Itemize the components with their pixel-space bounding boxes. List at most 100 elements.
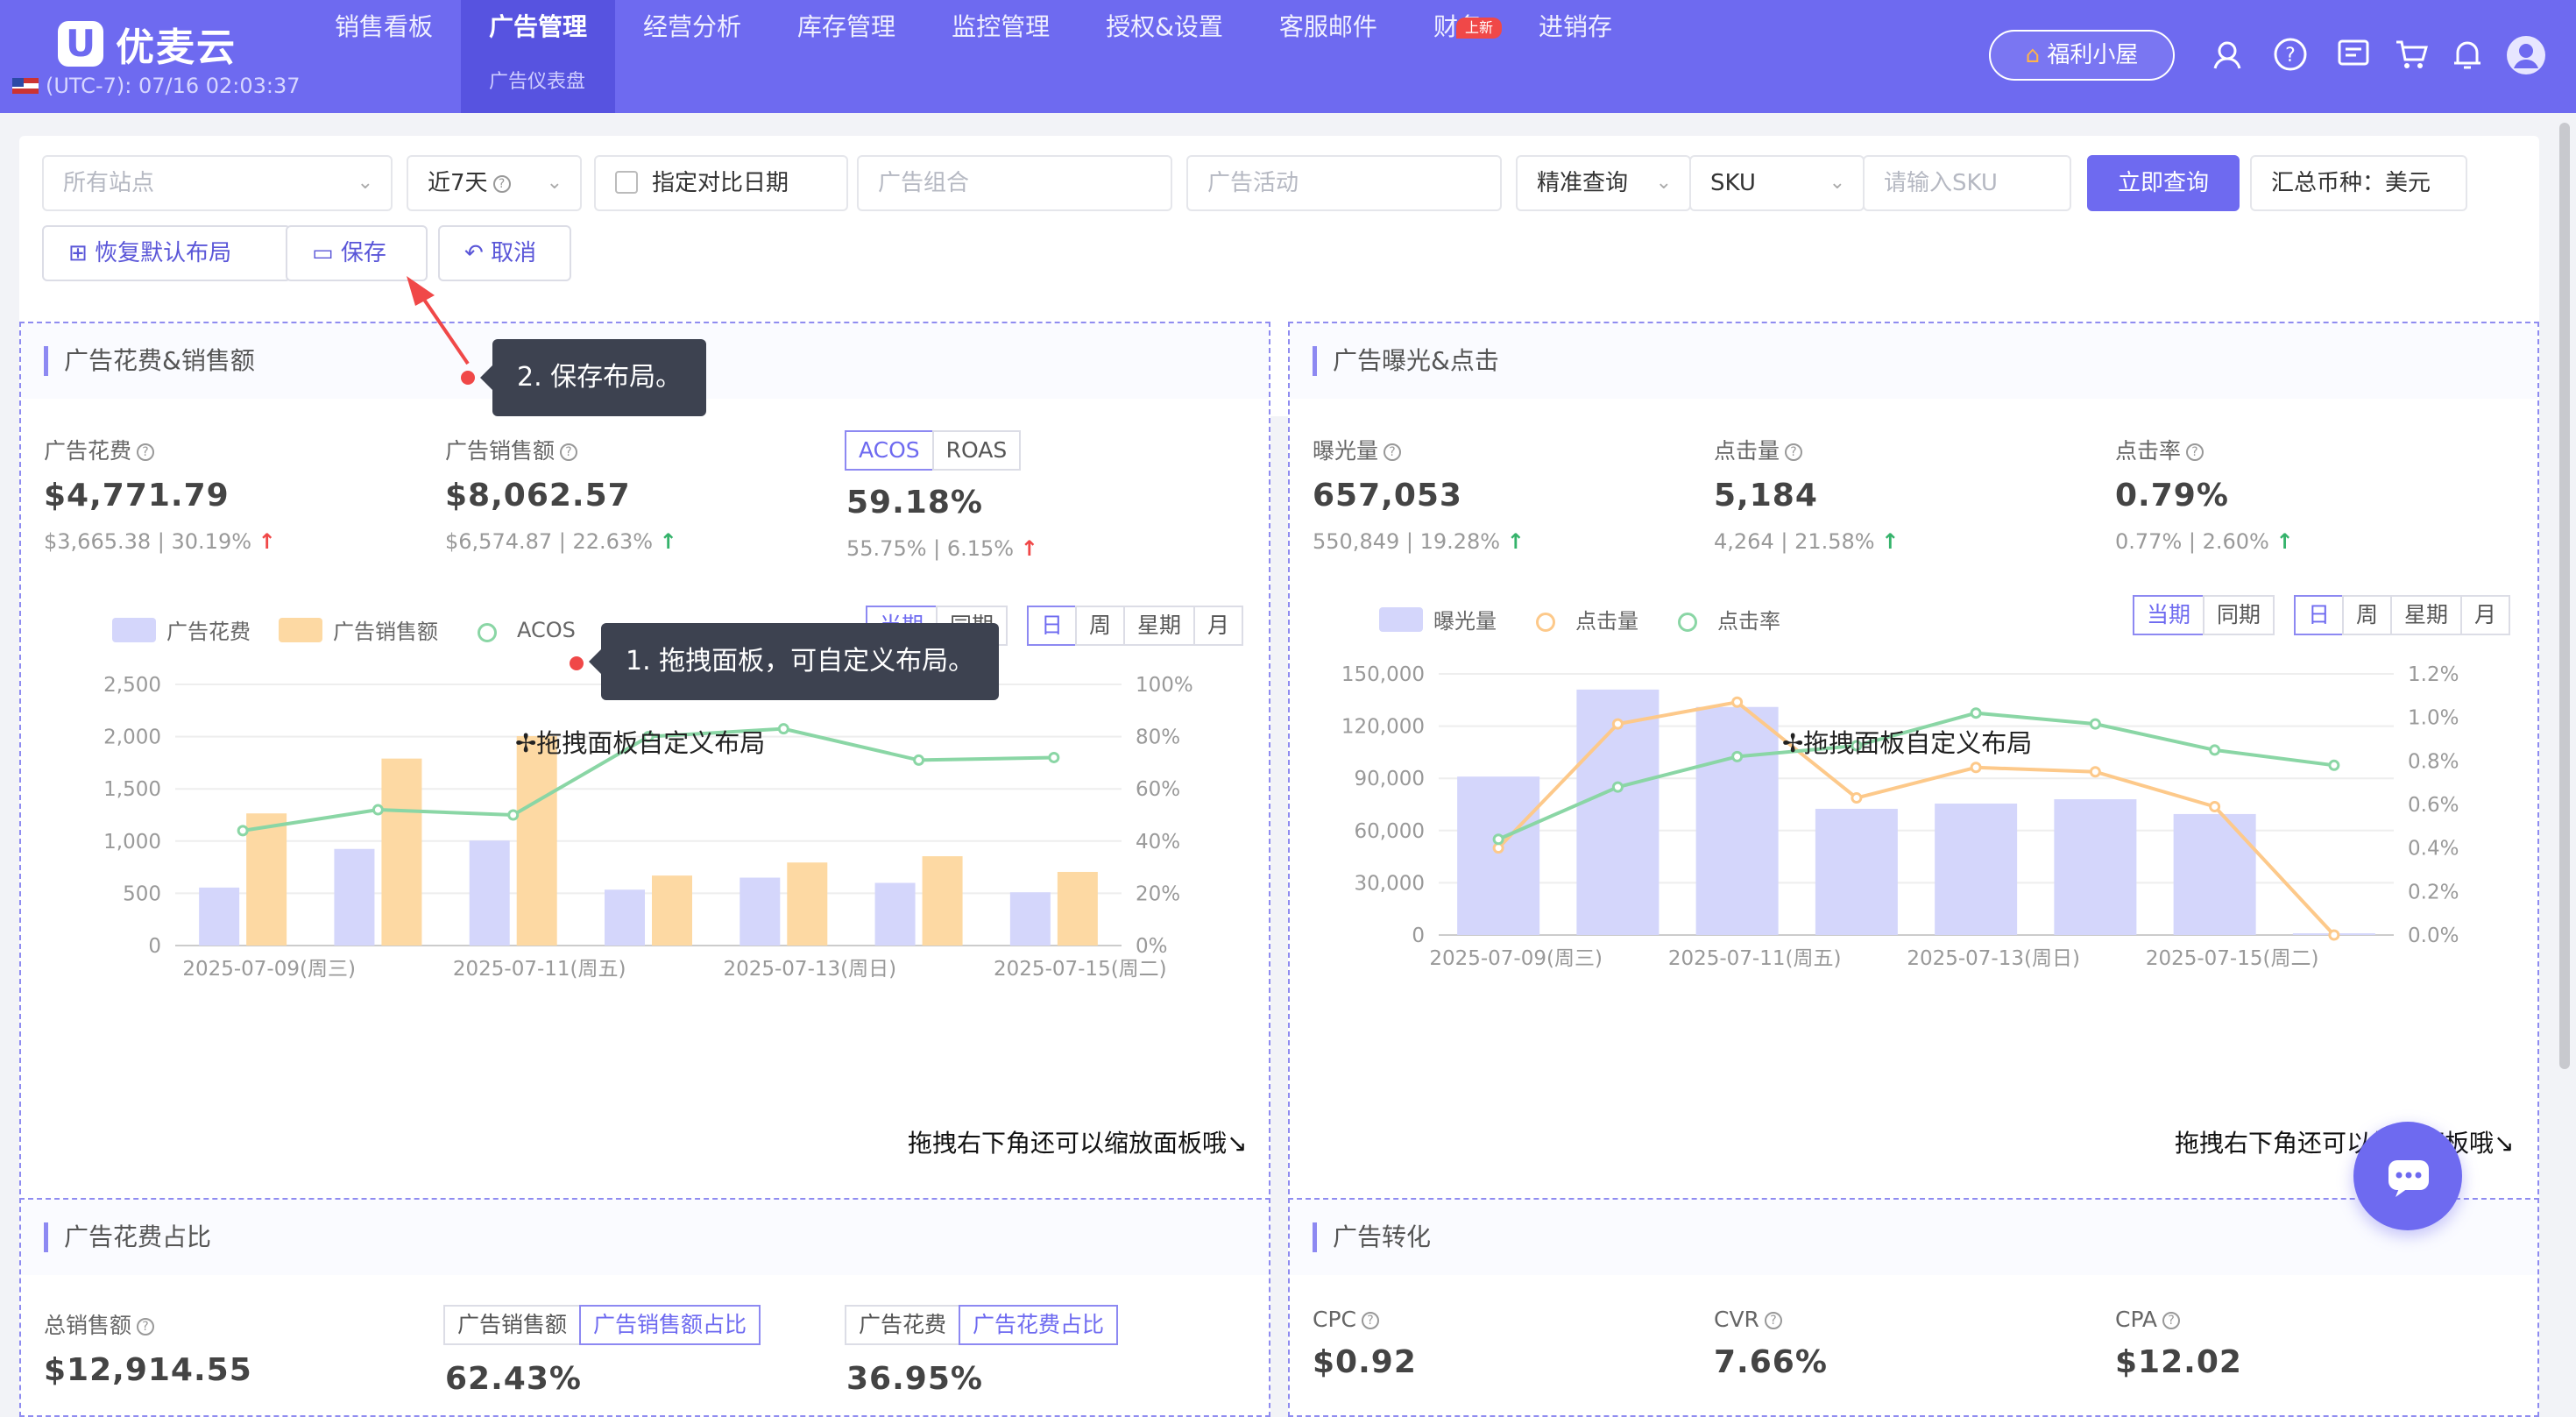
scrollbar-thumb[interactable] xyxy=(2559,123,2570,1069)
tooltip-pointer-arrow xyxy=(407,276,470,365)
point-点击率 xyxy=(2328,759,2340,771)
toggle-ad-spend-share[interactable]: 广告花费占比 xyxy=(959,1305,1119,1345)
metric-label: 点击量 xyxy=(1714,438,1780,464)
toggle-acos[interactable]: ACOS xyxy=(845,430,934,471)
y-tick-label: 1,000 xyxy=(103,831,161,854)
legend-label[interactable]: 广告花费 xyxy=(166,614,251,645)
query-mode-select[interactable]: 精准查询 ⌄ xyxy=(1516,155,1691,211)
point-点击量 xyxy=(1731,696,1744,708)
field-select[interactable]: SKU ⌄ xyxy=(1689,155,1865,211)
help-icon[interactable]: ? xyxy=(2273,37,2308,72)
sku-input[interactable]: 请输入SKU xyxy=(1863,155,2071,211)
y-tick-label: 120,000 xyxy=(1341,716,1425,739)
granularity-toggle: 日 周 星期 月 xyxy=(2294,595,2511,635)
y-tick-label: 30,000 xyxy=(1355,872,1425,895)
toggle-weekday[interactable]: 星期 xyxy=(1123,606,1196,646)
toggle-ad-sales-share[interactable]: 广告销售额占比 xyxy=(579,1305,761,1345)
nav-inventory[interactable]: 库存管理 xyxy=(769,0,924,113)
bell-icon[interactable] xyxy=(2450,37,2485,72)
chart-legend: 曝光量 点击量 点击率 xyxy=(1379,604,1808,634)
toggle-ad-spend[interactable]: 广告花费 xyxy=(845,1305,961,1345)
toggle-day[interactable]: 日 xyxy=(2294,595,2345,635)
legend-label[interactable]: 点击量 xyxy=(1575,604,1638,634)
avatar-icon[interactable] xyxy=(2506,35,2546,75)
nav-monitoring[interactable]: 监控管理 xyxy=(924,0,1078,113)
panel-title: 广告花费占比 xyxy=(44,1222,211,1252)
legend-label[interactable]: ACOS xyxy=(517,618,576,642)
metric-prev: 55.75% xyxy=(846,536,927,561)
toggle-month[interactable]: 月 xyxy=(2460,595,2511,635)
user-headset-icon[interactable] xyxy=(2210,37,2245,72)
campaign-input[interactable]: 广告活动 xyxy=(1186,155,1502,211)
toggle-yoy[interactable]: 同期 xyxy=(2203,595,2275,635)
toggle-day[interactable]: 日 xyxy=(1027,606,1078,646)
currency-select[interactable]: 汇总币种：美元 xyxy=(2250,155,2467,211)
undo-icon: ↶ xyxy=(464,240,492,266)
message-icon[interactable] xyxy=(2336,37,2371,72)
nav-finance[interactable]: 财务 上新 xyxy=(1405,0,1511,113)
nav-customer-email[interactable]: 客服邮件 xyxy=(1251,0,1405,113)
legend-label[interactable]: 曝光量 xyxy=(1433,604,1497,634)
search-button[interactable]: 立即查询 xyxy=(2087,155,2240,211)
date-range-select[interactable]: 近7天? ⌄ xyxy=(407,155,582,211)
toggle-weekday[interactable]: 星期 xyxy=(2390,595,2463,635)
nav-label: 库存管理 xyxy=(797,12,896,41)
bar-曝光量 xyxy=(1457,776,1540,935)
svg-text:?: ? xyxy=(2285,45,2296,67)
metric-change: 30.19% xyxy=(171,529,252,554)
y2-tick-label: 1.2% xyxy=(2408,663,2459,686)
legend-label[interactable]: 点击率 xyxy=(1717,604,1780,634)
site-select-placeholder: 所有站点 xyxy=(63,170,155,196)
app-logo[interactable]: U 优麦云 xyxy=(58,16,237,72)
checkbox-box[interactable] xyxy=(615,170,638,194)
compare-date-checkbox[interactable]: 指定对比日期 xyxy=(594,155,848,211)
panel-header[interactable]: 广告花费占比 xyxy=(21,1200,1269,1275)
nav-ad-management[interactable]: 广告管理 广告仪表盘 xyxy=(461,0,616,113)
bar-广告销售额 xyxy=(922,856,963,946)
save-layout-button[interactable]: ▭ 保存 xyxy=(286,225,428,281)
cart-icon[interactable] xyxy=(2394,37,2429,72)
y2-tick-label: 0.6% xyxy=(2408,794,2459,817)
toggle-ad-sales[interactable]: 广告销售额 xyxy=(443,1305,582,1345)
nav-sales-board[interactable]: 销售看板 xyxy=(307,0,461,113)
metric-cpa: CPA? $12.02 xyxy=(2115,1307,2242,1380)
metric-change: 6.15% xyxy=(946,536,1015,561)
legend-label[interactable]: 广告销售额 xyxy=(333,614,438,645)
toggle-week[interactable]: 周 xyxy=(2342,595,2393,635)
nav-sub-ad-dashboard[interactable]: 广告仪表盘 xyxy=(489,72,585,93)
panel-conversion[interactable]: 广告转化 CPC? $0.92 CVR? 7.66% CPA? $12.02 xyxy=(1288,1198,2539,1417)
panel-spend-share[interactable]: 广告花费占比 总销售额? $12,914.55 广告销售额 广告销售额占比 62… xyxy=(19,1198,1270,1417)
nav-auth-settings[interactable]: 授权&设置 xyxy=(1078,0,1251,113)
period-toggle: 当期 同期 xyxy=(2133,595,2275,635)
cancel-button[interactable]: ↶ 取消 xyxy=(438,225,571,281)
welfare-button[interactable]: ⌂ 福利小屋 xyxy=(1989,30,2175,81)
toggle-month[interactable]: 月 xyxy=(1193,606,1244,646)
panel-header[interactable]: 广告转化 xyxy=(1290,1200,2537,1275)
toggle-current[interactable]: 当期 xyxy=(2133,595,2205,635)
legend-swatch xyxy=(1379,606,1423,632)
restore-layout-label: 恢复默认布局 xyxy=(95,240,232,266)
compare-date-label: 指定对比日期 xyxy=(652,170,789,196)
save-label: 保存 xyxy=(340,240,386,266)
top-navigation-bar: U 优麦云 (UTC-7): 07/16 02:03:37 销售看板 广告管理 … xyxy=(0,0,2576,113)
metric-value: 5,184 xyxy=(1714,478,1818,514)
chat-button[interactable] xyxy=(2353,1122,2462,1230)
metric-value: $0.92 xyxy=(1313,1344,1417,1380)
metric-label: CVR xyxy=(1714,1307,1759,1332)
toggle-roas[interactable]: ROAS xyxy=(931,430,1022,471)
bar-广告花费 xyxy=(199,887,240,946)
nav-business-analysis[interactable]: 经营分析 xyxy=(615,0,769,113)
campaign-placeholder: 广告活动 xyxy=(1207,170,1299,196)
metric-value: $4,771.79 xyxy=(44,478,230,514)
restore-layout-button[interactable]: ⊞ 恢复默认布局 xyxy=(42,225,291,281)
ad-group-input[interactable]: 广告组合 xyxy=(857,155,1172,211)
save-icon: ▭ xyxy=(312,240,341,266)
page-body: 所有站点 ⌄ 近7天? ⌄ 指定对比日期 广告组合 广告活动 精准查询 ⌄ SKU ⌄ … xyxy=(0,113,2576,1417)
nav-purchase-sales-stock[interactable]: 进销存 xyxy=(1511,0,1640,113)
chart-legend: 广告花费 广告销售额 ACOS xyxy=(112,614,604,645)
chevron-down-icon: ⌄ xyxy=(1829,172,1845,194)
toggle-week[interactable]: 周 xyxy=(1075,606,1126,646)
site-select[interactable]: 所有站点 ⌄ xyxy=(42,155,393,211)
metric-impressions: 曝光量? 657,053 550,849 | 19.28% ↑ xyxy=(1313,438,1525,554)
panel-header[interactable]: 广告曝光&点击 xyxy=(1290,323,2537,399)
